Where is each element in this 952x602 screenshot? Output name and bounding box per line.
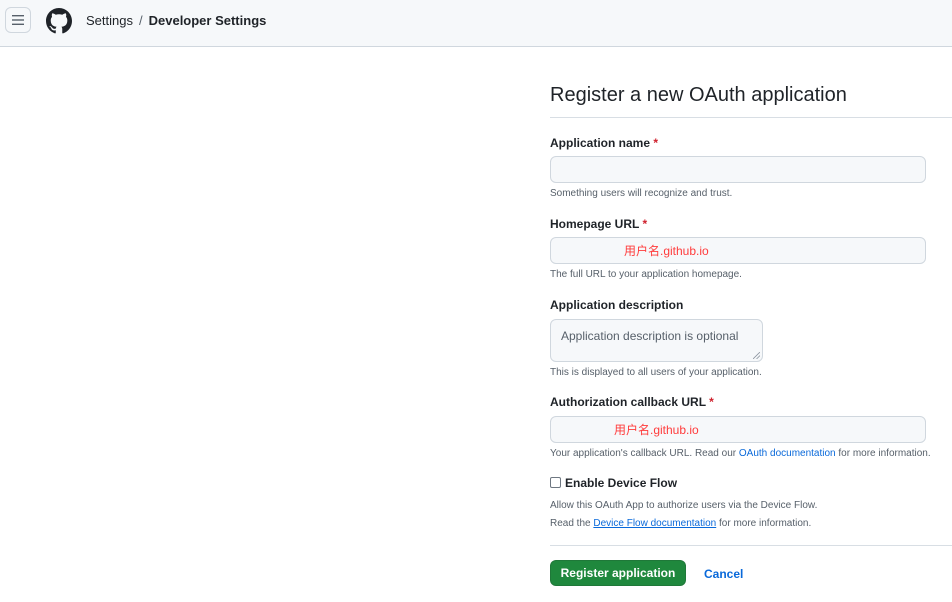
required-asterisk: * xyxy=(642,217,648,231)
form-divider xyxy=(550,545,952,546)
device-flow-hint-text-end: for more information. xyxy=(716,518,812,529)
breadcrumb-current[interactable]: Developer Settings xyxy=(149,13,267,28)
callback-url-input[interactable]: 用户名.github.io xyxy=(550,416,926,443)
hamburger-menu-button[interactable] xyxy=(5,7,31,33)
callback-url-label: Authorization callback URL * xyxy=(550,395,714,409)
enable-device-flow-checkbox[interactable] xyxy=(550,477,561,488)
homepage-url-label: Homepage URL * xyxy=(550,217,647,231)
callback-hint-text: Your application's callback URL. Read ou… xyxy=(550,448,739,459)
breadcrumb: Settings / Developer Settings xyxy=(86,13,266,28)
breadcrumb-separator: / xyxy=(138,13,143,28)
enable-device-flow-label[interactable]: Enable Device Flow xyxy=(565,476,677,490)
homepage-url-input[interactable]: 用户名.github.io xyxy=(550,237,926,264)
top-header: Settings / Developer Settings xyxy=(0,0,952,47)
callback-hint-text-end: for more information. xyxy=(835,448,931,459)
description-textarea[interactable]: Application description is optional xyxy=(550,319,763,362)
description-label: Application description xyxy=(550,298,684,312)
app-name-input[interactable] xyxy=(550,156,926,183)
oauth-app-form: Register a new OAuth application Applica… xyxy=(550,84,952,586)
resize-handle-icon[interactable] xyxy=(753,352,760,359)
register-application-button[interactable]: Register application xyxy=(550,560,686,586)
device-flow-hint-text: Read the xyxy=(550,518,594,529)
app-name-label: Application name * xyxy=(550,136,658,150)
app-name-hint: Something users will recognize and trust… xyxy=(550,188,733,199)
required-asterisk: * xyxy=(709,395,714,409)
callback-url-hint: Your application's callback URL. Read ou… xyxy=(550,448,931,459)
device-flow-hint: Allow this OAuth App to authorize users … xyxy=(550,500,818,511)
callback-url-label-text: Authorization callback URL xyxy=(550,395,706,409)
description-placeholder: Application description is optional xyxy=(561,329,739,343)
page-title: Register a new OAuth application xyxy=(550,84,952,118)
cancel-link[interactable]: Cancel xyxy=(704,567,743,581)
device-flow-documentation-link[interactable]: Device Flow documentation xyxy=(593,518,716,529)
homepage-url-hint: The full URL to your application homepag… xyxy=(550,269,742,280)
description-hint: This is displayed to all users of your a… xyxy=(550,367,762,378)
oauth-documentation-link[interactable]: OAuth documentation xyxy=(739,448,836,459)
menu-icon xyxy=(12,15,24,25)
device-flow-doc-hint: Read the Device Flow documentation for m… xyxy=(550,518,811,529)
homepage-url-label-text: Homepage URL xyxy=(550,217,640,231)
github-logo-icon[interactable] xyxy=(46,8,72,34)
app-name-label-text: Application name xyxy=(550,136,651,150)
required-asterisk: * xyxy=(653,136,659,150)
breadcrumb-settings-link[interactable]: Settings xyxy=(86,13,133,28)
